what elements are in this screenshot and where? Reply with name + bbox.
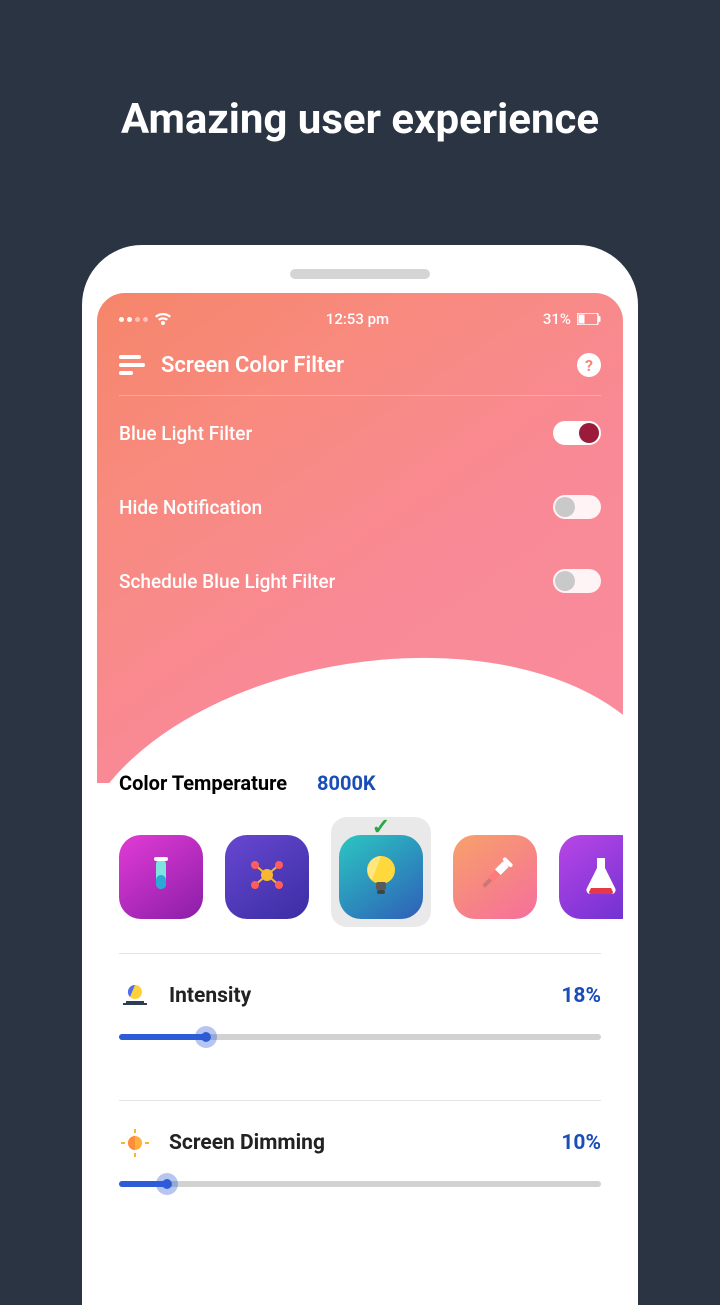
dimming-value: 10% — [561, 1131, 601, 1155]
setting-schedule-filter: Schedule Blue Light Filter — [119, 544, 601, 618]
intensity-label: Intensity — [169, 984, 251, 1008]
dimming-block: Screen Dimming 10% — [119, 1100, 601, 1221]
app-bar: Screen Color Filter ? — [119, 333, 601, 396]
hero-panel: 12:53 pm 31% Screen Color Filter ? Blue … — [97, 293, 623, 783]
signal-icon — [119, 317, 148, 322]
toggle-schedule-filter[interactable] — [553, 569, 601, 593]
battery-text: 31% — [543, 310, 571, 328]
clock-text: 12:53 pm — [326, 310, 389, 328]
intensity-value: 18% — [561, 984, 601, 1008]
battery-icon — [577, 313, 601, 325]
molecule-icon — [247, 855, 287, 899]
marketing-headline: Amazing user experience — [0, 0, 720, 144]
preset-test-tube[interactable] — [119, 817, 203, 927]
flask-icon — [583, 854, 619, 900]
dimming-slider[interactable] — [119, 1181, 601, 1187]
preset-lightbulb[interactable]: ✓ — [331, 817, 431, 927]
phone-speaker — [290, 269, 430, 279]
toggle-hide-notification[interactable] — [553, 495, 601, 519]
test-tube-icon — [144, 855, 178, 899]
toggle-blue-light-filter[interactable] — [553, 421, 601, 445]
intensity-icon — [119, 980, 151, 1012]
menu-icon[interactable] — [119, 351, 145, 379]
setting-hide-notification: Hide Notification — [119, 470, 601, 544]
intensity-block: Intensity 18% — [119, 953, 601, 1074]
preset-molecule[interactable] — [225, 817, 309, 927]
dimming-label: Screen Dimming — [169, 1131, 325, 1155]
intensity-slider[interactable] — [119, 1034, 601, 1040]
color-temperature-label: Color Temperature — [119, 771, 287, 795]
preset-flask[interactable] — [559, 817, 623, 927]
color-temperature-row: Color Temperature 8000K — [119, 771, 601, 795]
app-title: Screen Color Filter — [161, 353, 561, 378]
app-screen: 12:53 pm 31% Screen Color Filter ? Blue … — [97, 293, 623, 1305]
preset-syringe[interactable] — [453, 817, 537, 927]
preset-strip[interactable]: ✓ — [119, 817, 623, 927]
lightbulb-icon — [362, 852, 400, 902]
setting-label: Hide Notification — [119, 496, 262, 519]
dimming-icon — [119, 1127, 151, 1159]
phone-frame: 12:53 pm 31% Screen Color Filter ? Blue … — [82, 245, 638, 1305]
syringe-icon — [473, 853, 517, 901]
color-temperature-value: 8000K — [317, 771, 376, 795]
status-bar: 12:53 pm 31% — [119, 305, 601, 333]
wifi-icon — [154, 312, 172, 326]
help-icon[interactable]: ? — [577, 353, 601, 377]
setting-label: Blue Light Filter — [119, 422, 252, 445]
setting-blue-light-filter: Blue Light Filter — [119, 396, 601, 470]
setting-label: Schedule Blue Light Filter — [119, 570, 335, 593]
